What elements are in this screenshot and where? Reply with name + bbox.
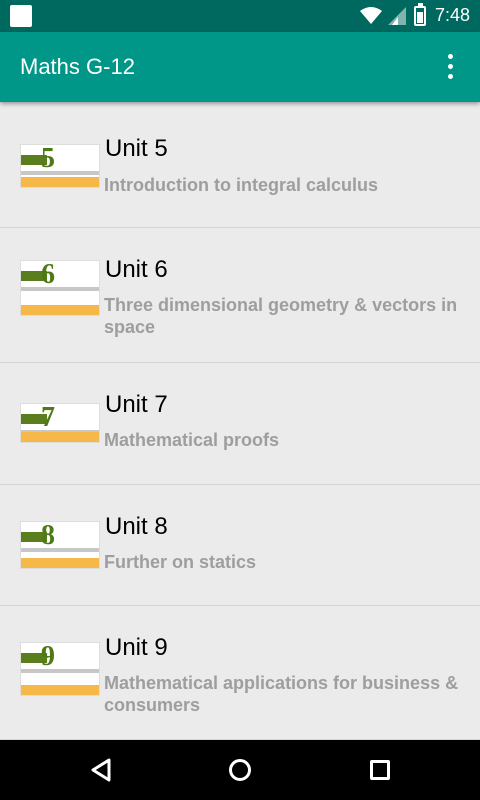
- unit-subtitle: Mathematical proofs: [104, 430, 280, 450]
- list-item-unit-6[interactable]: 6 Unit 6 Three dimensional geometry & ve…: [0, 228, 480, 363]
- unit-thumbnail: 8: [20, 521, 100, 569]
- home-icon[interactable]: [229, 759, 251, 781]
- unit-thumbnail: 6: [20, 260, 100, 316]
- unit-thumbnail: 9: [20, 642, 100, 696]
- unit-subtitle: Three dimensional geometry & vectors in …: [104, 295, 458, 337]
- app-title: Maths G-12: [20, 54, 135, 79]
- overflow-menu-icon[interactable]: [442, 52, 460, 82]
- battery-icon: [414, 3, 426, 26]
- unit-thumbnail: 5: [20, 144, 100, 188]
- list-item-unit-9[interactable]: 9 Unit 9 Mathematical applications for b…: [0, 606, 480, 740]
- unit-title: Unit 8: [105, 513, 168, 540]
- cellular-icon: [388, 7, 406, 25]
- back-icon[interactable]: [90, 758, 112, 782]
- unit-title: Unit 9: [105, 634, 168, 661]
- unit-subtitle: Introduction to integral calculus: [104, 175, 379, 195]
- unit-list: 5 Unit 5 Introduction to integral calcul…: [0, 102, 480, 740]
- wifi-icon: [360, 7, 382, 24]
- list-item-unit-8[interactable]: 8 Unit 8 Further on statics: [0, 485, 480, 606]
- unit-thumbnail: 7: [20, 403, 100, 443]
- unit-subtitle: Mathematical applications for business &…: [104, 673, 459, 715]
- unit-title: Unit 6: [105, 256, 168, 283]
- list-item-unit-5[interactable]: 5 Unit 5 Introduction to integral calcul…: [0, 102, 480, 228]
- status-time: 7:48: [435, 5, 471, 25]
- unit-title: Unit 7: [105, 391, 168, 418]
- unit-subtitle: Further on statics: [104, 552, 257, 572]
- status-bar: 7:48: [0, 0, 480, 32]
- unit-title: Unit 5: [105, 135, 168, 162]
- notification-icon: [10, 5, 32, 27]
- app-bar: Maths G-12: [0, 32, 480, 102]
- list-item-unit-7[interactable]: 7 Unit 7 Mathematical proofs: [0, 363, 480, 485]
- recent-apps-icon[interactable]: [370, 760, 390, 780]
- navigation-bar: [0, 740, 480, 800]
